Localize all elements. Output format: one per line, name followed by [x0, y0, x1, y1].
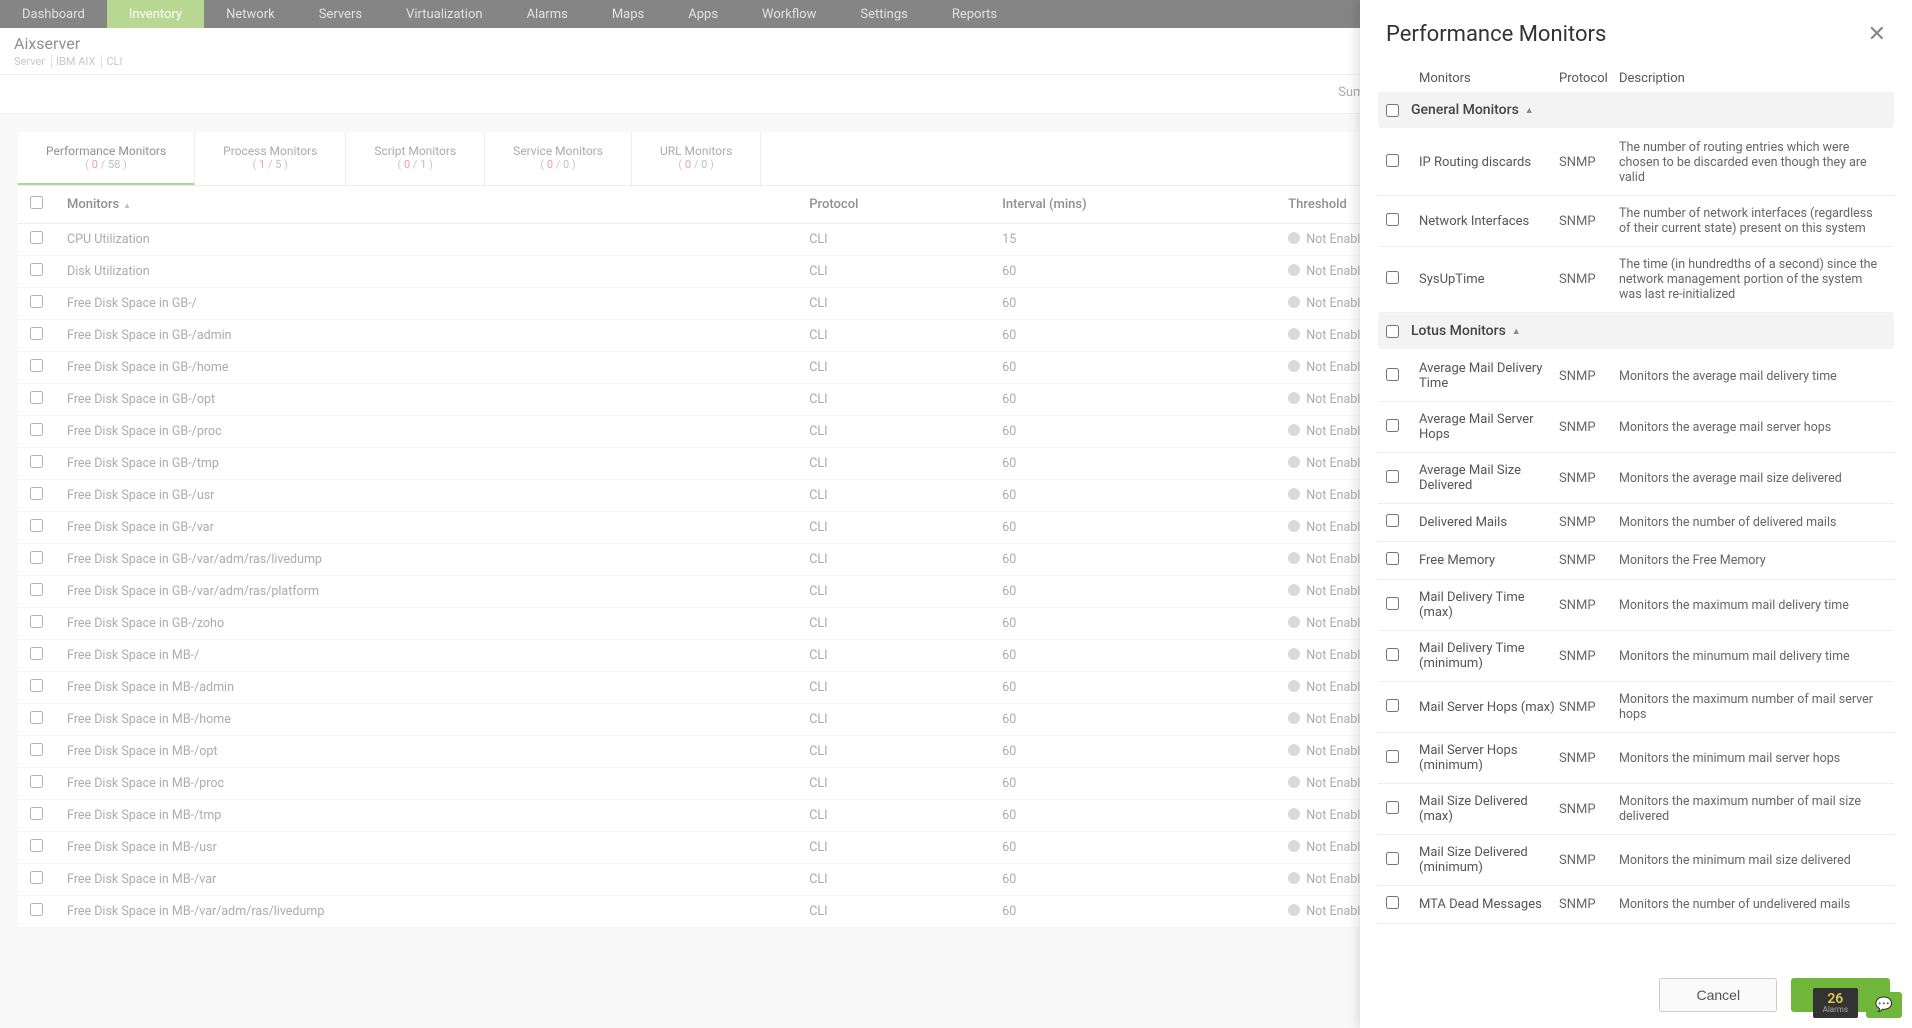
option-description: Monitors the minimum mail size delivered — [1619, 853, 1886, 868]
option-description: Monitors the number of delivered mails — [1619, 515, 1886, 530]
alarm-badge[interactable]: 26 Alarms — [1813, 988, 1858, 1018]
option-protocol: SNMP — [1559, 155, 1619, 170]
monitor-option-row[interactable]: Mail Server Hops (minimum)SNMPMonitors t… — [1378, 733, 1894, 784]
col-monitors: Monitors — [1419, 71, 1559, 86]
option-description: Monitors the number of undelivered mails — [1619, 897, 1886, 912]
option-name: Mail Server Hops (max) — [1419, 700, 1559, 715]
option-checkbox[interactable] — [1386, 750, 1399, 763]
performance-monitors-modal: Performance Monitors ✕ Monitors Protocol… — [1360, 0, 1912, 1028]
option-description: The number of routing entries which were… — [1619, 140, 1886, 185]
option-name: Delivered Mails — [1419, 515, 1559, 530]
option-name: IP Routing discards — [1419, 155, 1559, 170]
option-checkbox[interactable] — [1386, 470, 1399, 483]
monitor-option-row[interactable]: Mail Delivery Time (max)SNMPMonitors the… — [1378, 580, 1894, 631]
option-name: Network Interfaces — [1419, 214, 1559, 229]
modal-header: Performance Monitors ✕ — [1360, 0, 1912, 61]
option-checkbox[interactable] — [1386, 271, 1399, 284]
option-protocol: SNMP — [1559, 700, 1619, 715]
monitor-option-row[interactable]: Average Mail Delivery TimeSNMPMonitors t… — [1378, 351, 1894, 402]
monitor-option-row[interactable]: Network InterfacesSNMPThe number of netw… — [1378, 196, 1894, 247]
option-checkbox[interactable] — [1386, 419, 1399, 432]
option-protocol: SNMP — [1559, 471, 1619, 486]
option-checkbox[interactable] — [1386, 213, 1399, 226]
chat-icon[interactable]: 💬 — [1866, 992, 1902, 1018]
option-protocol: SNMP — [1559, 553, 1619, 568]
option-description: The time (in hundredths of a second) sin… — [1619, 257, 1886, 302]
option-checkbox[interactable] — [1386, 368, 1399, 381]
group-checkbox[interactable] — [1386, 325, 1399, 338]
option-checkbox[interactable] — [1386, 552, 1399, 565]
option-name: Mail Size Delivered (max) — [1419, 794, 1559, 824]
monitor-option-row[interactable]: Average Mail Server HopsSNMPMonitors the… — [1378, 402, 1894, 453]
col-description: Description — [1619, 71, 1886, 86]
option-name: Average Mail Server Hops — [1419, 412, 1559, 442]
option-protocol: SNMP — [1559, 272, 1619, 287]
option-checkbox[interactable] — [1386, 648, 1399, 661]
option-description: Monitors the average mail server hops — [1619, 420, 1886, 435]
option-name: Mail Delivery Time (minimum) — [1419, 641, 1559, 671]
close-icon[interactable]: ✕ — [1868, 22, 1886, 47]
option-description: Monitors the maximum mail delivery time — [1619, 598, 1886, 613]
option-checkbox[interactable] — [1386, 597, 1399, 610]
option-name: Free Memory — [1419, 553, 1559, 568]
monitor-option-row[interactable]: SysUpTimeSNMPThe time (in hundredths of … — [1378, 247, 1894, 313]
group-header[interactable]: General Monitors ▲ — [1378, 92, 1894, 128]
option-name: SysUpTime — [1419, 272, 1559, 287]
option-checkbox[interactable] — [1386, 896, 1399, 909]
monitor-option-row[interactable]: Free MemorySNMPMonitors the Free Memory — [1378, 542, 1894, 580]
option-name: MTA Dead Messages — [1419, 897, 1559, 912]
monitor-option-row[interactable]: Mail Size Delivered (max)SNMPMonitors th… — [1378, 784, 1894, 835]
alarm-label: Alarms — [1823, 1006, 1848, 1014]
option-description: Monitors the maximum number of mail serv… — [1619, 692, 1886, 722]
monitor-option-row[interactable]: MTA Dead MessagesSNMPMonitors the number… — [1378, 886, 1894, 924]
col-protocol: Protocol — [1559, 71, 1619, 86]
cancel-button[interactable]: Cancel — [1659, 978, 1777, 1012]
option-protocol: SNMP — [1559, 897, 1619, 912]
option-protocol: SNMP — [1559, 420, 1619, 435]
option-protocol: SNMP — [1559, 598, 1619, 613]
option-description: Monitors the average mail size delivered — [1619, 471, 1886, 486]
option-protocol: SNMP — [1559, 649, 1619, 664]
option-checkbox[interactable] — [1386, 154, 1399, 167]
option-protocol: SNMP — [1559, 214, 1619, 229]
group-checkbox[interactable] — [1386, 104, 1399, 117]
option-checkbox[interactable] — [1386, 514, 1399, 527]
modal-body: General Monitors ▲IP Routing discardsSNM… — [1360, 92, 1912, 962]
option-name: Average Mail Delivery Time — [1419, 361, 1559, 391]
modal-column-headers: Monitors Protocol Description — [1360, 61, 1912, 92]
option-description: Monitors the minimum mail server hops — [1619, 751, 1886, 766]
monitor-option-row[interactable]: Average Mail Size DeliveredSNMPMonitors … — [1378, 453, 1894, 504]
monitor-option-row[interactable]: Mail Delivery Time (minimum)SNMPMonitors… — [1378, 631, 1894, 682]
option-description: The number of network interfaces (regard… — [1619, 206, 1886, 236]
option-checkbox[interactable] — [1386, 852, 1399, 865]
group-header[interactable]: Lotus Monitors ▲ — [1378, 313, 1894, 349]
alarm-count: 26 — [1823, 992, 1848, 1006]
option-checkbox[interactable] — [1386, 801, 1399, 814]
option-protocol: SNMP — [1559, 751, 1619, 766]
option-description: Monitors the Free Memory — [1619, 553, 1886, 568]
modal-title: Performance Monitors — [1386, 22, 1868, 47]
option-name: Mail Size Delivered (minimum) — [1419, 845, 1559, 875]
option-protocol: SNMP — [1559, 369, 1619, 384]
option-description: Monitors the minumum mail delivery time — [1619, 649, 1886, 664]
monitor-option-row[interactable]: Mail Server Hops (max)SNMPMonitors the m… — [1378, 682, 1894, 733]
option-protocol: SNMP — [1559, 515, 1619, 530]
monitor-option-row[interactable]: IP Routing discardsSNMPThe number of rou… — [1378, 130, 1894, 196]
option-name: Mail Server Hops (minimum) — [1419, 743, 1559, 773]
option-name: Mail Delivery Time (max) — [1419, 590, 1559, 620]
option-description: Monitors the maximum number of mail size… — [1619, 794, 1886, 824]
monitor-option-row[interactable]: Delivered MailsSNMPMonitors the number o… — [1378, 504, 1894, 542]
option-protocol: SNMP — [1559, 853, 1619, 868]
option-name: Average Mail Size Delivered — [1419, 463, 1559, 493]
option-checkbox[interactable] — [1386, 699, 1399, 712]
option-protocol: SNMP — [1559, 802, 1619, 817]
option-description: Monitors the average mail delivery time — [1619, 369, 1886, 384]
monitor-option-row[interactable]: Mail Size Delivered (minimum)SNMPMonitor… — [1378, 835, 1894, 886]
